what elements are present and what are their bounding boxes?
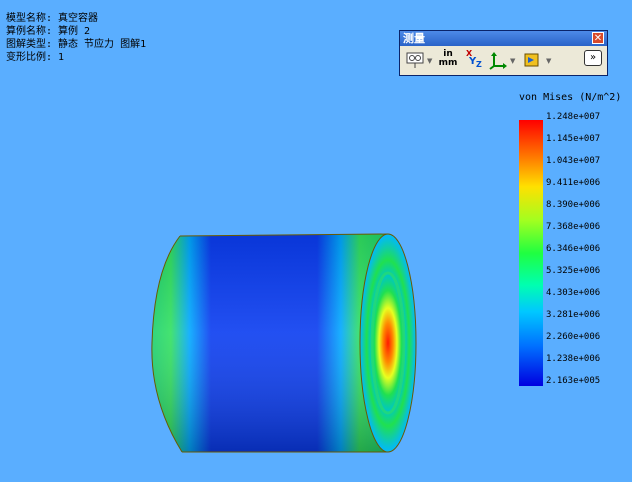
info-row: 模型名称: 真空容器 (6, 12, 146, 25)
vessel-end-cap (359, 233, 417, 453)
close-button[interactable]: ✕ (592, 32, 604, 44)
measure-toolbar: ▼ in mm X Y Z ▼ ▼ » (400, 46, 607, 74)
measure-title-bar[interactable]: 测量 ✕ (400, 31, 607, 46)
units-bottom-label: mm (438, 58, 458, 68)
legend-label: 1.238e+006 (546, 354, 601, 364)
info-value: 真空容器 (58, 13, 99, 24)
legend-title: von Mises (N/m^2) (519, 92, 622, 103)
measure-title: 测量 (403, 32, 425, 45)
info-row: 图解类型: 静态 节应力 图解1 (6, 38, 146, 51)
info-row: 算例名称: 算例 2 (6, 25, 146, 38)
legend-label: 8.390e+006 (546, 200, 601, 210)
legend-label: 2.260e+006 (546, 332, 601, 342)
info-value: 静态 节应力 图解1 (58, 39, 147, 50)
chevron-down-icon[interactable]: ▼ (427, 57, 432, 65)
units-button[interactable]: in mm (438, 50, 458, 70)
legend-label: 1.145e+007 (546, 134, 601, 144)
chevron-down-icon[interactable]: ▼ (510, 57, 515, 65)
info-value: 算例 2 (58, 26, 91, 37)
coordinate-axes-icon[interactable] (488, 50, 508, 70)
study-info: 模型名称: 真空容器 算例名称: 算例 2 图解类型: 静态 节应力 图解1 变形比例… (6, 12, 146, 64)
measure-select-icon[interactable] (405, 50, 425, 70)
expand-button[interactable]: » (584, 50, 602, 66)
info-key: 图解类型: (6, 39, 53, 50)
legend-label: 7.368e+006 (546, 222, 601, 232)
legend-label: 9.411e+006 (546, 178, 601, 188)
info-row: 变形比例: 1 (6, 51, 146, 64)
legend-label: 5.325e+006 (546, 266, 601, 276)
vessel-body (151, 233, 389, 453)
legend-label: 6.346e+006 (546, 244, 601, 254)
xyz-z-label: Z (476, 60, 482, 69)
legend-label: 3.281e+006 (546, 310, 601, 320)
chevron-down-icon[interactable]: ▼ (546, 57, 551, 65)
color-scale-bar (519, 120, 543, 386)
legend-label: 1.043e+007 (546, 156, 601, 166)
xyz-button[interactable]: X Y Z (463, 49, 483, 70)
info-key: 算例名称: (6, 26, 53, 37)
info-value: 1 (58, 52, 65, 63)
info-key: 模型名称: (6, 13, 53, 24)
legend-label: 1.248e+007 (546, 112, 601, 122)
legend-label: 2.163e+005 (546, 376, 601, 386)
measure-panel[interactable]: 测量 ✕ ▼ in mm X Y Z ▼ ▼ » (399, 30, 608, 76)
info-key: 变形比例: (6, 52, 53, 63)
legend-label: 4.303e+006 (546, 288, 601, 298)
sensor-icon[interactable] (522, 50, 542, 70)
